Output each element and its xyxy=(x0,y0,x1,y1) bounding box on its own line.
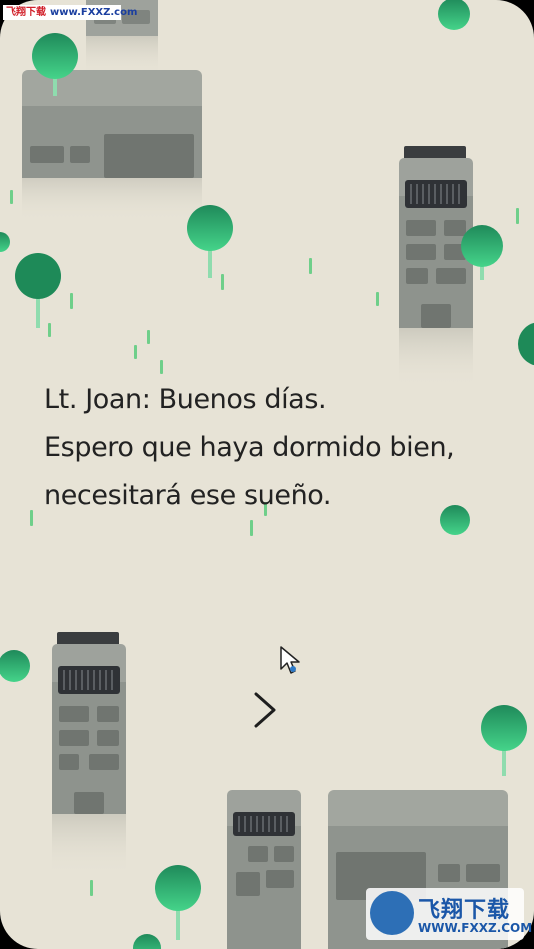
tree xyxy=(15,253,61,328)
watermark-url: www.FXXZ.com xyxy=(50,7,138,18)
tree xyxy=(481,705,527,776)
building xyxy=(22,70,202,222)
watermark-logo-icon xyxy=(370,891,414,935)
building xyxy=(227,790,301,949)
mouse-cursor-icon xyxy=(280,646,300,674)
watermark-site-name: 飞翔下载 xyxy=(418,898,511,923)
watermark-url: WWW.FXXZ.COM xyxy=(418,921,533,935)
game-screen[interactable]: Lt. Joan: Buenos días. Espero que haya d… xyxy=(0,0,534,949)
tree xyxy=(518,322,534,366)
tree xyxy=(133,934,161,949)
dialogue-line: Lt. Joan: Buenos días. xyxy=(44,384,327,415)
building xyxy=(399,146,473,388)
tree xyxy=(0,650,30,682)
tree xyxy=(155,865,201,940)
watermark-bottom: 飞翔下载 WWW.FXXZ.COM xyxy=(366,888,532,940)
watermark-site-name: 飞翔下载 xyxy=(6,7,46,18)
dialogue-line: Espero que haya dormido bien, xyxy=(44,432,455,463)
next-arrow-icon[interactable] xyxy=(246,688,286,732)
tree xyxy=(0,232,10,252)
building xyxy=(52,632,126,876)
watermark-top: 飞翔下载 www.FXXZ.com xyxy=(3,5,137,20)
tree xyxy=(187,205,233,278)
dialogue-box: Lt. Joan: Buenos días. Espero que haya d… xyxy=(44,376,514,520)
tree xyxy=(438,0,470,30)
dialogue-line: necesitará ese sueño. xyxy=(44,480,332,511)
